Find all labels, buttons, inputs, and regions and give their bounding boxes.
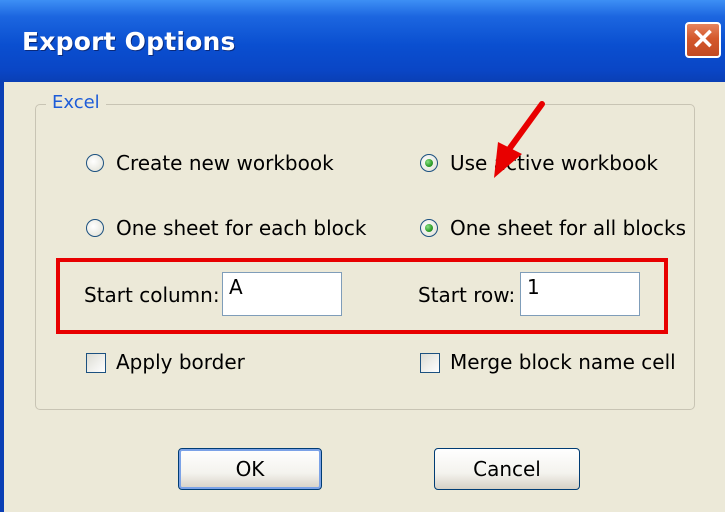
annotation-arrow-icon: [494, 101, 545, 178]
title-bar: Export Options ×: [0, 0, 725, 82]
close-icon: ×: [690, 21, 716, 56]
create-new-workbook-radio[interactable]: [86, 154, 104, 172]
one-sheet-each-block-radio[interactable]: [86, 219, 104, 237]
cancel-button[interactable]: Cancel: [434, 448, 580, 490]
close-button[interactable]: ×: [685, 22, 721, 58]
one-sheet-all-blocks-label[interactable]: One sheet for all blocks: [450, 216, 686, 240]
merge-block-name-cell-label[interactable]: Merge block name cell: [450, 350, 676, 374]
window-title: Export Options: [22, 27, 236, 56]
one-sheet-all-blocks-radio[interactable]: [420, 219, 438, 237]
create-new-workbook-label[interactable]: Create new workbook: [116, 151, 334, 175]
apply-border-checkbox[interactable]: [86, 353, 106, 373]
excel-group-label: Excel: [46, 92, 106, 113]
one-sheet-each-block-label[interactable]: One sheet for each block: [116, 216, 367, 240]
use-active-workbook-radio[interactable]: [420, 154, 438, 172]
apply-border-label[interactable]: Apply border: [116, 350, 245, 374]
merge-block-name-cell-checkbox[interactable]: [420, 353, 440, 373]
annotation-highlight-box: [56, 258, 668, 334]
ok-button[interactable]: OK: [178, 448, 322, 490]
